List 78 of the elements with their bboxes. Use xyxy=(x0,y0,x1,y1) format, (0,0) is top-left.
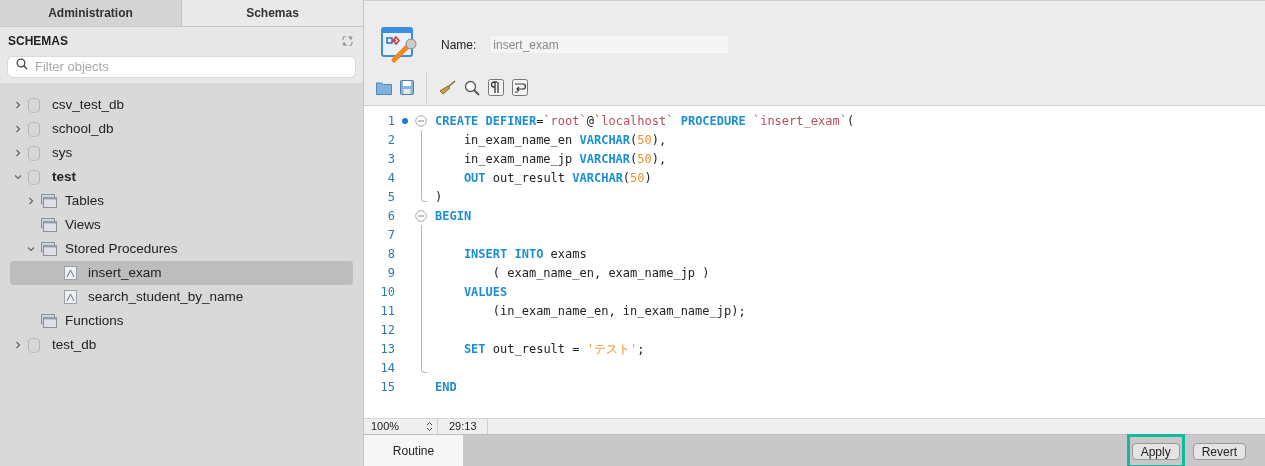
code-editor[interactable] xyxy=(364,106,1265,418)
tree-item[interactable]: test_db xyxy=(10,333,353,357)
code-line: (in_exam_name_en, in_exam_name_jp); xyxy=(491,302,746,320)
section-heading: SCHEMAS xyxy=(8,33,68,50)
folder-stack-icon xyxy=(41,194,57,208)
tree-item[interactable]: Views xyxy=(10,213,353,237)
editor-tab[interactable]: Routine xyxy=(364,435,463,466)
line-number: 5 xyxy=(386,188,395,206)
action-button[interactable]: Apply xyxy=(1131,443,1180,460)
code-line: CREATE DEFINER=`root`@`localhost` PROCEDURE `insert_exam`( xyxy=(435,112,855,130)
chevron-right-icon[interactable] xyxy=(14,101,22,109)
tree-item[interactable]: Tables xyxy=(10,189,353,213)
code-line: END xyxy=(435,378,457,396)
line-number: 8 xyxy=(386,245,395,263)
fold-toggle-icon[interactable] xyxy=(415,114,427,127)
code-line: OUT out_result VARCHAR(50) xyxy=(462,169,652,187)
line-number: 10 xyxy=(379,283,395,301)
filter-field[interactable]: Filter objects xyxy=(8,56,355,77)
find-icon[interactable] xyxy=(464,79,480,96)
chevron-right-icon[interactable] xyxy=(27,197,35,205)
sidebar-tab[interactable]: Administration xyxy=(0,0,182,26)
sidebar-tab[interactable]: Schemas xyxy=(182,0,363,26)
line-number: 6 xyxy=(386,207,395,225)
code-line: in_exam_name_jp VARCHAR(50), xyxy=(462,150,667,168)
code-line: BEGIN xyxy=(435,207,472,225)
stepper-icon xyxy=(426,421,433,432)
folder-icon[interactable] xyxy=(376,80,392,95)
code-line: SET out_result = 'テスト'; xyxy=(462,340,645,358)
folder-stack-icon xyxy=(41,314,57,328)
pilcrow-icon[interactable] xyxy=(488,79,504,97)
refresh-icon[interactable] xyxy=(342,36,353,46)
database-icon xyxy=(28,145,40,161)
database-icon xyxy=(28,337,40,353)
database-icon xyxy=(28,97,40,113)
search-icon xyxy=(16,58,28,70)
fold-toggle-icon[interactable] xyxy=(415,209,427,222)
code-line: ( exam_name_en, exam_name_jp ) xyxy=(491,264,710,282)
name-label: Name: xyxy=(441,36,477,54)
word-wrap-icon[interactable] xyxy=(512,79,528,97)
chevron-right-icon[interactable] xyxy=(14,125,22,133)
line-number: 15 xyxy=(379,378,395,396)
code-line: ) xyxy=(435,188,443,206)
folder-stack-icon xyxy=(41,218,57,232)
breakpoint-dot-icon[interactable] xyxy=(402,117,408,124)
tree-item[interactable]: Functions xyxy=(10,309,353,333)
line-number: 3 xyxy=(386,150,395,168)
tree-item[interactable]: insert_exam xyxy=(10,261,353,285)
action-button[interactable]: Revert xyxy=(1192,443,1246,460)
line-number: 9 xyxy=(386,264,395,282)
tree-item[interactable]: csv_test_db xyxy=(10,93,353,117)
folder-stack-icon xyxy=(41,242,57,256)
line-number: 7 xyxy=(386,226,395,244)
line-number: 11 xyxy=(379,302,395,320)
tree-item[interactable]: school_db xyxy=(10,117,353,141)
line-number: 4 xyxy=(386,169,395,187)
chevron-down-icon[interactable] xyxy=(27,245,35,253)
line-number: 14 xyxy=(379,359,395,377)
line-number: 1 xyxy=(386,112,395,130)
line-number: 12 xyxy=(379,321,395,339)
code-line: INSERT INTO exams xyxy=(462,245,587,263)
routine-editor-icon xyxy=(381,25,419,64)
tree-item[interactable]: Stored Procedures xyxy=(10,237,353,261)
code-line: VALUES xyxy=(462,283,508,301)
routine-icon xyxy=(64,266,77,280)
database-icon xyxy=(28,121,40,137)
routine-icon xyxy=(64,290,77,304)
chevron-down-icon[interactable] xyxy=(14,173,22,181)
chevron-right-icon[interactable] xyxy=(14,149,22,157)
database-icon xyxy=(28,169,40,185)
chevron-right-icon[interactable] xyxy=(14,341,22,349)
broom-icon[interactable] xyxy=(439,80,456,96)
line-number: 13 xyxy=(379,340,395,358)
tree-item[interactable]: test xyxy=(10,165,353,189)
line-number: 2 xyxy=(386,131,395,149)
tree-item[interactable]: search_student_by_name xyxy=(10,285,353,309)
tree-item[interactable]: sys xyxy=(10,141,353,165)
save-icon[interactable] xyxy=(400,80,414,96)
code-line: in_exam_name_en VARCHAR(50), xyxy=(462,131,667,149)
